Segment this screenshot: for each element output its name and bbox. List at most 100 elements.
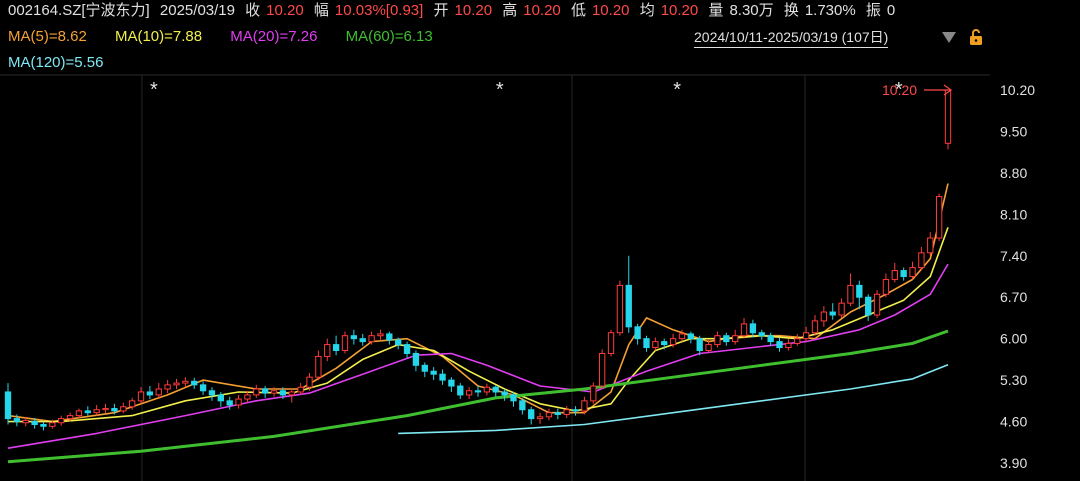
y-tick-label-3: 8.10 [1000, 206, 1027, 222]
candle-body-43 [386, 333, 393, 341]
candle-body-92 [820, 311, 828, 322]
candle-body-74 [661, 341, 668, 346]
candle-body-4 [40, 424, 47, 427]
candle-body-77 [687, 333, 694, 340]
candle-body-24 [217, 394, 224, 402]
candle-body-14 [128, 400, 136, 408]
candle-body-42 [377, 333, 384, 337]
candle-body-28 [253, 388, 260, 396]
candle-body-85 [758, 332, 765, 337]
candle-body-46 [412, 352, 420, 366]
y-tick-label-0: 10.20 [1000, 82, 1035, 98]
candle-body-60 [536, 416, 544, 420]
candle-body-2 [22, 419, 29, 424]
candle-body-98 [873, 293, 881, 316]
candle-body-11 [102, 408, 109, 411]
candle-body-15 [137, 391, 145, 402]
candle-body-5 [49, 422, 56, 427]
candle-body-23 [208, 390, 216, 396]
candle-body-18 [164, 384, 171, 390]
candle-body-99 [882, 278, 890, 295]
candle-body-40 [359, 338, 366, 343]
candle-body-63 [563, 409, 570, 415]
candle-body-64 [572, 409, 579, 412]
candle-body-87 [776, 341, 783, 349]
candle-body-69 [616, 284, 624, 334]
candle-body-89 [794, 338, 801, 344]
candle-body-101 [900, 270, 907, 278]
candle-body-47 [421, 364, 428, 372]
candle-body-35 [315, 355, 322, 378]
candle-body-45 [403, 344, 411, 354]
line-ma120 [398, 363, 949, 435]
candle-body-102 [909, 267, 916, 278]
candle-body-9 [84, 410, 91, 414]
candle-body-78 [696, 338, 703, 352]
candle-body-3 [31, 421, 38, 426]
candle-body-12 [111, 408, 118, 412]
candle-body-82 [732, 335, 739, 343]
candle-body-30 [270, 390, 278, 394]
candle-body-72 [643, 338, 650, 349]
candle-body-73 [652, 341, 659, 349]
candle-body-84 [749, 323, 757, 334]
line-ma20 [7, 263, 949, 449]
candle-body-48 [430, 370, 437, 375]
event-marker-2: * [673, 79, 681, 101]
candle-body-6 [58, 418, 65, 424]
candle-body-83 [740, 323, 748, 337]
candlestick-chart[interactable]: 10.20 9.50 8.80 8.10 7.40 6.70 6.00 5.30 4.60 3.9… [0, 0, 1080, 481]
y-tick-label-2: 8.80 [1000, 165, 1027, 181]
candle-body-41 [368, 335, 375, 343]
y-tick-label-5: 6.70 [1000, 289, 1027, 305]
candle-body-0 [4, 391, 12, 420]
candle-body-19 [173, 382, 180, 386]
candle-body-103 [918, 252, 925, 269]
candle-body-36 [324, 344, 331, 357]
candle-body-7 [66, 415, 74, 420]
candle-body-75 [669, 338, 677, 346]
candle-body-52 [465, 390, 473, 396]
candle-body-16 [146, 391, 154, 396]
candle-body-86 [767, 335, 774, 343]
candle-body-1 [13, 418, 21, 423]
candle-body-65 [581, 400, 588, 412]
candle-body-54 [483, 386, 491, 393]
y-tick-label-4: 7.40 [1000, 248, 1027, 264]
candle-body-32 [288, 391, 295, 396]
y-tick-label-6: 6.00 [1000, 331, 1027, 347]
candle-body-17 [155, 388, 162, 396]
candle-body-39 [350, 335, 358, 340]
candle-body-106 [944, 89, 952, 144]
price-marker-label: 10.20 [882, 82, 917, 98]
candle-body-61 [545, 412, 553, 418]
candle-body-97 [865, 296, 872, 316]
candle-body-58 [519, 400, 526, 411]
candle-body-59 [528, 409, 535, 420]
candle-body-29 [262, 388, 269, 394]
candle-body-10 [93, 409, 100, 414]
candle-body-27 [244, 394, 251, 400]
candle-body-20 [182, 380, 189, 384]
event-marker-1: * [496, 79, 504, 101]
y-tick-label-8: 4.60 [1000, 414, 1027, 430]
candle-body-71 [634, 326, 641, 340]
candle-body-90 [802, 332, 810, 340]
candle-body-100 [891, 270, 898, 280]
candle-body-94 [838, 302, 845, 316]
candle-body-62 [554, 412, 561, 415]
candle-body-76 [678, 333, 686, 340]
candle-body-25 [226, 400, 233, 406]
candle-body-57 [510, 394, 517, 402]
candle-body-105 [935, 196, 943, 239]
candle-body-13 [120, 406, 127, 412]
candle-body-67 [598, 352, 606, 387]
candle-body-56 [501, 391, 508, 396]
candle-body-44 [395, 339, 402, 346]
candle-body-93 [829, 311, 836, 316]
candle-body-68 [607, 332, 615, 354]
candle-body-22 [199, 384, 207, 392]
y-tick-label-7: 5.30 [1000, 372, 1027, 388]
candle-body-53 [474, 390, 482, 393]
candle-body-34 [306, 376, 313, 388]
